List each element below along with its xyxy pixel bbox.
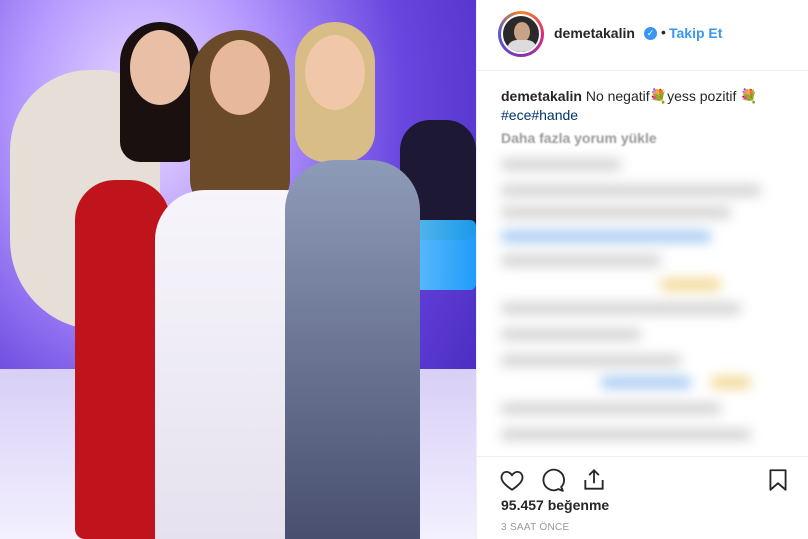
blurred-comment-line (501, 255, 661, 266)
verified-badge-icon: ✓ (644, 27, 657, 40)
comment-icon[interactable] (539, 467, 565, 493)
story-ring[interactable] (498, 11, 544, 57)
post-photo[interactable] (0, 0, 476, 539)
caption-username-link[interactable]: demetakalin (501, 88, 582, 104)
action-bar (477, 456, 808, 497)
blurred-comment-line (661, 279, 721, 290)
separator-dot: • (661, 24, 666, 40)
photo-person-3-face (305, 35, 365, 110)
share-icon[interactable] (581, 467, 607, 493)
photo-person-3-dress (285, 160, 420, 539)
header-username-link[interactable]: demetakalin (554, 25, 635, 41)
blurred-comments (501, 151, 791, 456)
blurred-comment-line (501, 355, 681, 366)
post-side-panel: demetakalin ✓ • Takip Et demetakalin No … (476, 0, 808, 539)
follow-button[interactable]: Takip Et (669, 25, 722, 41)
blurred-comment-line (501, 429, 751, 440)
blurred-comment-line (601, 377, 691, 388)
blurred-comment-line (501, 159, 621, 170)
avatar-shirt (507, 40, 537, 52)
post-header: demetakalin ✓ • Takip Et (477, 0, 808, 71)
avatar[interactable] (501, 14, 541, 54)
likes-count[interactable]: 95.457 beğenme (501, 497, 609, 513)
blurred-comment-line (501, 403, 721, 414)
blurred-comment-line (501, 185, 761, 196)
photo-person-2-face (210, 40, 270, 115)
photo-person-1-face (130, 30, 190, 105)
blurred-comment-line (711, 377, 751, 388)
heart-icon[interactable] (499, 467, 525, 493)
blurred-comment-line (501, 207, 731, 218)
comments-section: demetakalin No negatif💐yess pozitif 💐 #e… (477, 71, 808, 456)
avatar-face (514, 22, 530, 42)
instagram-post: demetakalin ✓ • Takip Et demetakalin No … (0, 0, 808, 539)
post-caption: demetakalin No negatif💐yess pozitif 💐 #e… (501, 87, 791, 125)
blurred-comment-line (501, 329, 641, 340)
caption-text: No negatif💐yess pozitif 💐 (585, 88, 758, 104)
blurred-comment-line (501, 303, 741, 314)
load-more-comments-button[interactable]: Daha fazla yorum yükle (501, 130, 657, 146)
bookmark-icon[interactable] (765, 467, 791, 493)
blurred-comment-line (501, 231, 711, 242)
post-timestamp[interactable]: 3 SAAT ÖNCE (501, 522, 570, 533)
caption-hashtags-link[interactable]: #ece#hande (501, 107, 578, 123)
